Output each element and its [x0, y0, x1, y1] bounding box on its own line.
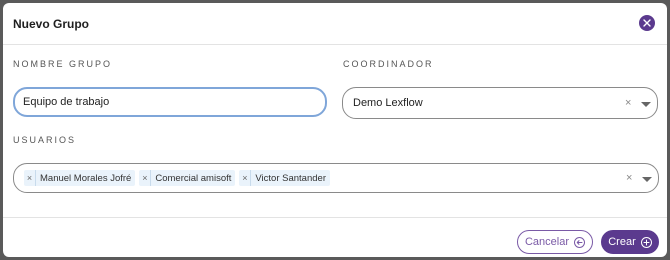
coordinador-label: COORDINADOR	[343, 59, 434, 69]
coordinador-select[interactable]: Demo Lexflow ×	[342, 87, 658, 119]
plus-circle-icon	[640, 236, 652, 248]
cancel-button-label: Cancelar	[524, 236, 570, 248]
create-button[interactable]: Crear	[601, 230, 659, 254]
cancel-button[interactable]: Cancelar	[517, 230, 593, 254]
remove-tag-icon[interactable]: ×	[239, 170, 252, 186]
remove-tag-icon[interactable]: ×	[139, 170, 152, 186]
user-tag: × Manuel Morales Jofré	[24, 170, 136, 186]
usuarios-label: USUARIOS	[13, 135, 77, 145]
user-tag-label: Victor Santander	[255, 172, 326, 184]
nombre-grupo-label: NOMBRE GRUPO	[13, 59, 113, 69]
arrow-left-circle-icon	[574, 236, 586, 248]
close-button[interactable]	[639, 15, 655, 31]
remove-tag-icon[interactable]: ×	[24, 170, 36, 186]
clear-coordinador-icon[interactable]: ×	[625, 98, 631, 109]
clear-usuarios-icon[interactable]: ×	[626, 173, 632, 184]
coordinador-value: Demo Lexflow	[353, 97, 423, 109]
create-button-label: Crear	[608, 236, 636, 248]
nombre-grupo-input[interactable]	[13, 87, 327, 117]
chevron-down-icon[interactable]	[642, 177, 652, 182]
usuarios-multiselect[interactable]: × Manuel Morales Jofré × Comercial amiso…	[13, 163, 659, 193]
chevron-down-icon[interactable]	[641, 102, 651, 107]
user-tag: × Comercial amisoft	[139, 170, 236, 186]
close-icon	[643, 14, 651, 32]
user-tag-label: Manuel Morales Jofré	[40, 172, 132, 184]
modal-dialog: Nuevo Grupo NOMBRE GRUPO COORDINADOR Dem…	[3, 3, 667, 257]
user-tag: × Victor Santander	[239, 170, 330, 186]
user-tag-label: Comercial amisoft	[155, 172, 232, 184]
modal-title: Nuevo Grupo	[13, 17, 90, 31]
usuarios-tags: × Manuel Morales Jofré × Comercial amiso…	[24, 170, 330, 186]
modal-footer: Cancelar Crear	[3, 217, 667, 257]
modal-header: Nuevo Grupo	[3, 3, 667, 45]
